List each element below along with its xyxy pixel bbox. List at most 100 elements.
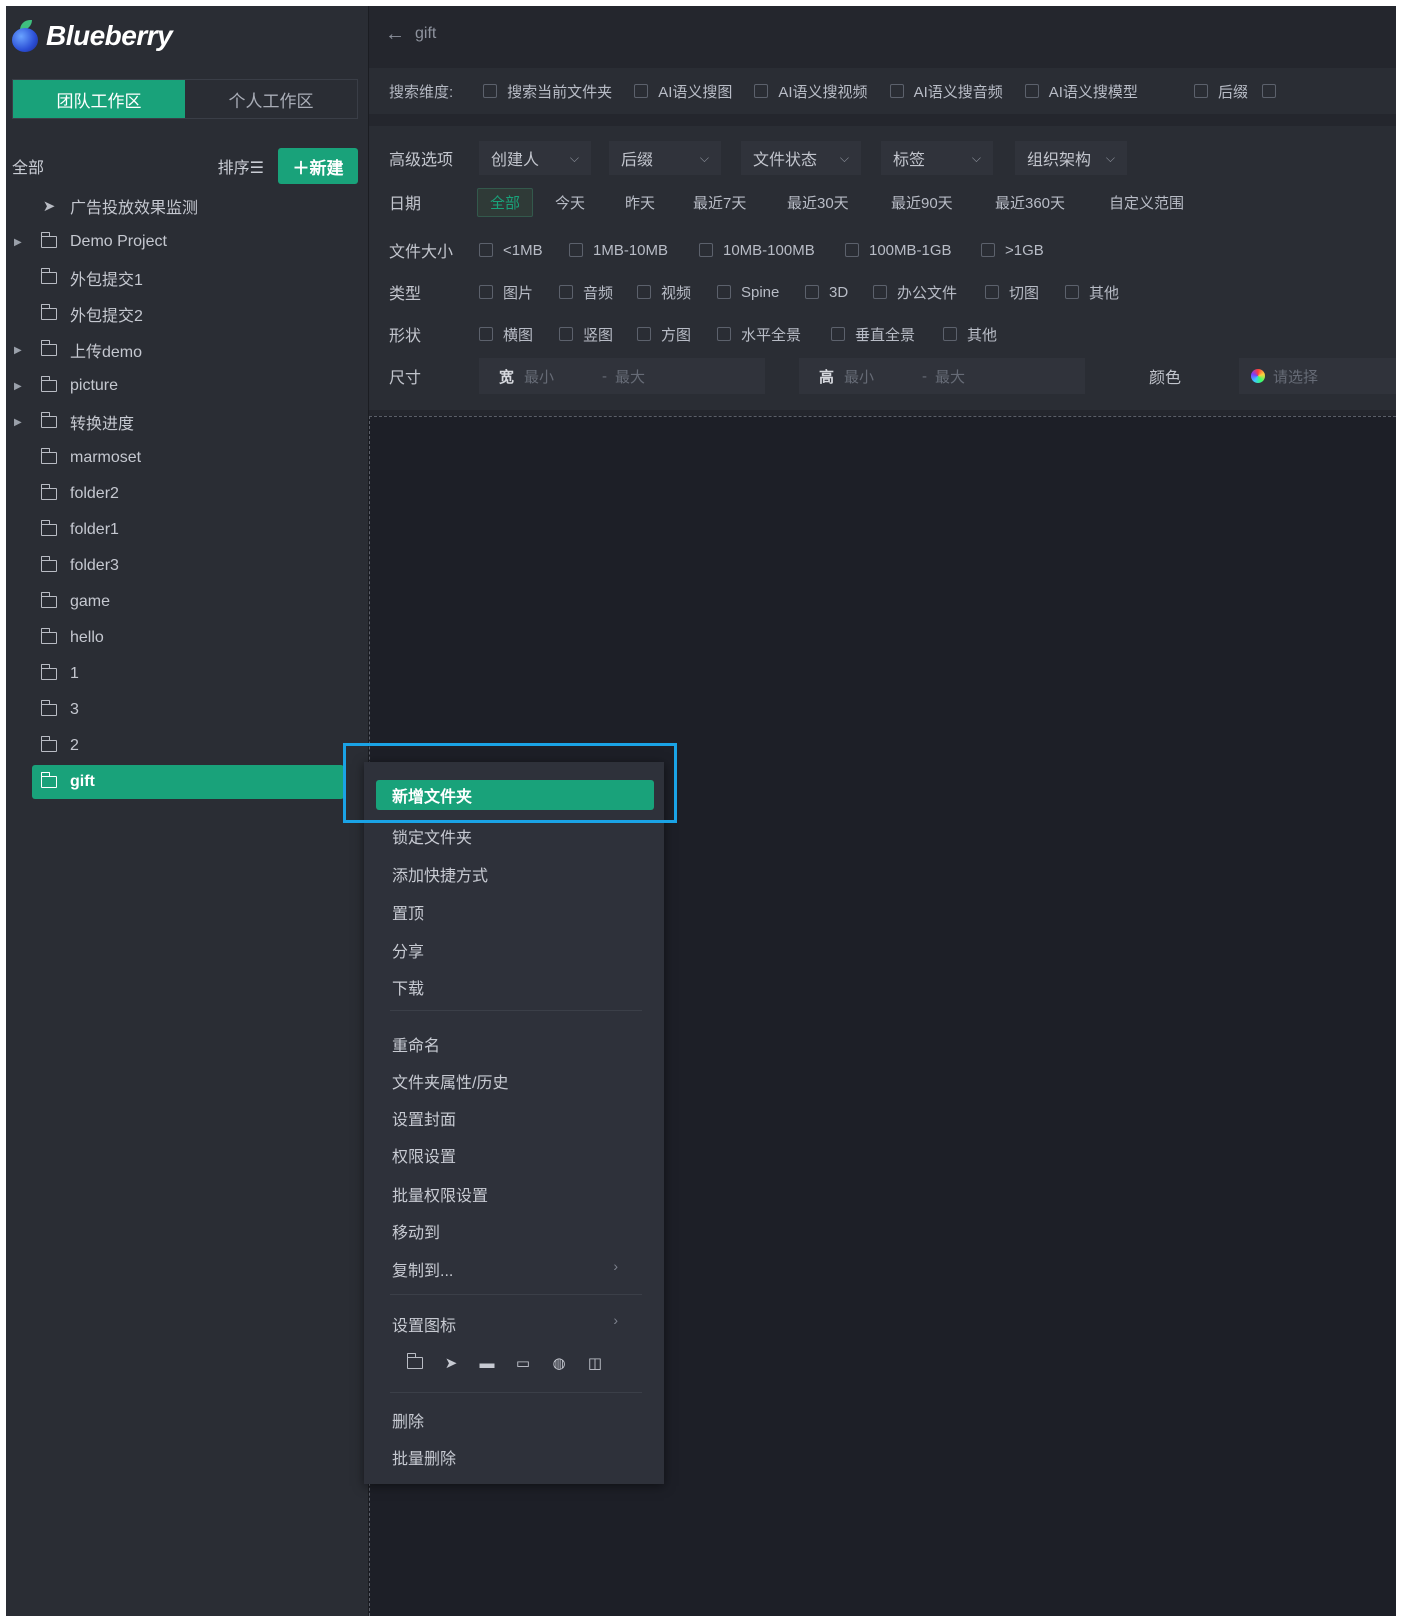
color-picker[interactable]: 请选择: [1239, 358, 1396, 394]
arrow-left-icon[interactable]: ←: [385, 23, 405, 46]
width-max-input[interactable]: 最大: [615, 366, 645, 387]
height-min-input[interactable]: 最小: [844, 366, 874, 387]
menu-item-set-cover[interactable]: 设置封面: [392, 1106, 456, 1130]
sidebar-item-folder[interactable]: folder3: [6, 548, 368, 584]
caret-right-icon[interactable]: ▶: [14, 381, 22, 392]
menu-item-download[interactable]: 下载: [392, 975, 424, 999]
tab-personal-workspace[interactable]: 个人工作区: [185, 80, 357, 118]
checkbox-icon: [637, 327, 651, 341]
menu-item-lock-folder[interactable]: 锁定文件夹: [392, 824, 472, 848]
width-min-input[interactable]: 最小: [524, 366, 554, 387]
size-option[interactable]: 1MB-10MB: [569, 242, 668, 259]
type-option[interactable]: Spine: [717, 284, 779, 301]
sidebar-item-folder[interactable]: 1: [6, 656, 368, 692]
menu-item-copy-to[interactable]: 复制到...: [392, 1257, 453, 1281]
menu-item-move-to[interactable]: 移动到: [392, 1219, 440, 1243]
sidebar-item-folder[interactable]: folder1: [6, 512, 368, 548]
date-option[interactable]: 最近90天: [891, 192, 953, 213]
send-icon[interactable]: ➤: [440, 1352, 462, 1374]
menu-item-folder-properties[interactable]: 文件夹属性/历史: [392, 1069, 508, 1093]
date-option[interactable]: 昨天: [625, 192, 655, 213]
shape-option[interactable]: 竖图: [559, 324, 613, 345]
sidebar-item-folder[interactable]: ▶ picture: [6, 368, 368, 404]
menu-item-add-shortcut[interactable]: 添加快捷方式: [392, 862, 488, 886]
date-option-all[interactable]: 全部: [477, 187, 534, 217]
sort-button[interactable]: 排序☰: [218, 154, 264, 178]
caret-right-icon[interactable]: ▶: [14, 417, 22, 428]
scope-option[interactable]: AI语义搜模型: [1024, 81, 1138, 102]
type-option[interactable]: 视频: [637, 282, 691, 303]
menu-item-delete[interactable]: 删除: [392, 1408, 424, 1432]
date-option[interactable]: 最近360天: [995, 192, 1065, 213]
menu-item-new-folder[interactable]: 新增文件夹: [376, 780, 654, 810]
menu-item-permissions[interactable]: 权限设置: [392, 1143, 456, 1167]
type-option[interactable]: 办公文件: [873, 282, 957, 303]
type-option[interactable]: 3D: [805, 284, 848, 301]
folder-icon[interactable]: [404, 1352, 426, 1374]
date-option[interactable]: 今天: [555, 192, 585, 213]
width-range-input[interactable]: 宽 最小 - 最大: [479, 358, 765, 394]
shape-option[interactable]: 方图: [637, 324, 691, 345]
chat-icon[interactable]: ▬: [476, 1352, 498, 1374]
sidebar-item-folder[interactable]: ▶ 转换进度: [6, 404, 368, 440]
sidebar-item-folder[interactable]: game: [6, 584, 368, 620]
creator-dropdown[interactable]: 创建人 ⌵: [479, 141, 591, 175]
type-option[interactable]: 图片: [479, 282, 533, 303]
menu-item-rename[interactable]: 重命名: [392, 1032, 440, 1056]
date-option-custom[interactable]: 自定义范围: [1109, 192, 1184, 213]
suffix-dropdown[interactable]: 后缀 ⌵: [609, 141, 721, 175]
date-option[interactable]: 最近30天: [787, 192, 849, 213]
camera-icon[interactable]: ◫: [584, 1352, 606, 1374]
date-option[interactable]: 最近7天: [693, 192, 746, 213]
shape-option[interactable]: 水平全景: [717, 324, 801, 345]
shape-option[interactable]: 其他: [943, 324, 997, 345]
scope-option-overflow[interactable]: [1261, 84, 1286, 98]
scope-option[interactable]: 后缀: [1193, 81, 1248, 102]
sidebar-item-folder[interactable]: marmoset: [6, 440, 368, 476]
menu-item-pin-top[interactable]: 置顶: [392, 900, 424, 924]
sidebar-item-folder[interactable]: 3: [6, 692, 368, 728]
menu-divider: [390, 1294, 642, 1295]
menu-item-batch-delete[interactable]: 批量删除: [392, 1445, 456, 1469]
caret-right-icon[interactable]: ▶: [14, 237, 22, 248]
caret-right-icon[interactable]: ▶: [14, 345, 22, 356]
height-range-input[interactable]: 高 最小 - 最大: [799, 358, 1085, 394]
org-structure-dropdown[interactable]: 组织架构 ⌵: [1015, 141, 1127, 175]
menu-item-share[interactable]: 分享: [392, 938, 424, 962]
sidebar-item-label: folder3: [70, 557, 119, 574]
scope-option[interactable]: AI语义搜图: [634, 81, 732, 102]
globe-icon[interactable]: ◍: [548, 1352, 570, 1374]
shape-option[interactable]: 横图: [479, 324, 533, 345]
size-option[interactable]: 100MB-1GB: [845, 242, 952, 259]
tab-team-workspace[interactable]: 团队工作区: [13, 80, 185, 118]
height-max-input[interactable]: 最大: [935, 366, 965, 387]
sidebar-item-folder[interactable]: ➤ 广告投放效果监测: [6, 188, 368, 224]
size-option[interactable]: 10MB-100MB: [699, 242, 815, 259]
scope-option[interactable]: AI语义搜视频: [754, 81, 868, 102]
type-option[interactable]: 切图: [985, 282, 1039, 303]
scope-option[interactable]: AI语义搜音频: [889, 81, 1003, 102]
new-button[interactable]: ＋新建: [278, 148, 358, 184]
type-option[interactable]: 其他: [1065, 282, 1119, 303]
icon-choice-row: ➤ ▬ ▭ ◍ ◫: [404, 1352, 606, 1374]
sidebar-item-folder[interactable]: hello: [6, 620, 368, 656]
sidebar-item-folder[interactable]: ▶ 上传demo: [6, 332, 368, 368]
sidebar-item-folder[interactable]: 外包提交1: [6, 260, 368, 296]
sidebar-item-folder[interactable]: ▶ Demo Project: [6, 224, 368, 260]
tag-dropdown[interactable]: 标签 ⌵: [881, 141, 993, 175]
file-status-dropdown[interactable]: 文件状态 ⌵: [741, 141, 861, 175]
type-option[interactable]: 音频: [559, 282, 613, 303]
folder-icon: [40, 556, 58, 575]
sidebar-item-folder[interactable]: 外包提交2: [6, 296, 368, 332]
size-option[interactable]: <1MB: [479, 242, 543, 259]
shape-option[interactable]: 垂直全景: [831, 324, 915, 345]
sidebar-item-folder[interactable]: gift: [6, 764, 368, 800]
menu-item-set-icon[interactable]: 设置图标: [392, 1312, 456, 1336]
menu-item-batch-permissions[interactable]: 批量权限设置: [392, 1182, 488, 1206]
video-icon[interactable]: ▭: [512, 1352, 534, 1374]
all-label[interactable]: 全部: [12, 154, 44, 178]
sidebar-item-folder[interactable]: 2: [6, 728, 368, 764]
size-option[interactable]: >1GB: [981, 242, 1044, 259]
sidebar-item-folder[interactable]: folder2: [6, 476, 368, 512]
scope-option[interactable]: 搜索当前文件夹: [483, 81, 612, 102]
